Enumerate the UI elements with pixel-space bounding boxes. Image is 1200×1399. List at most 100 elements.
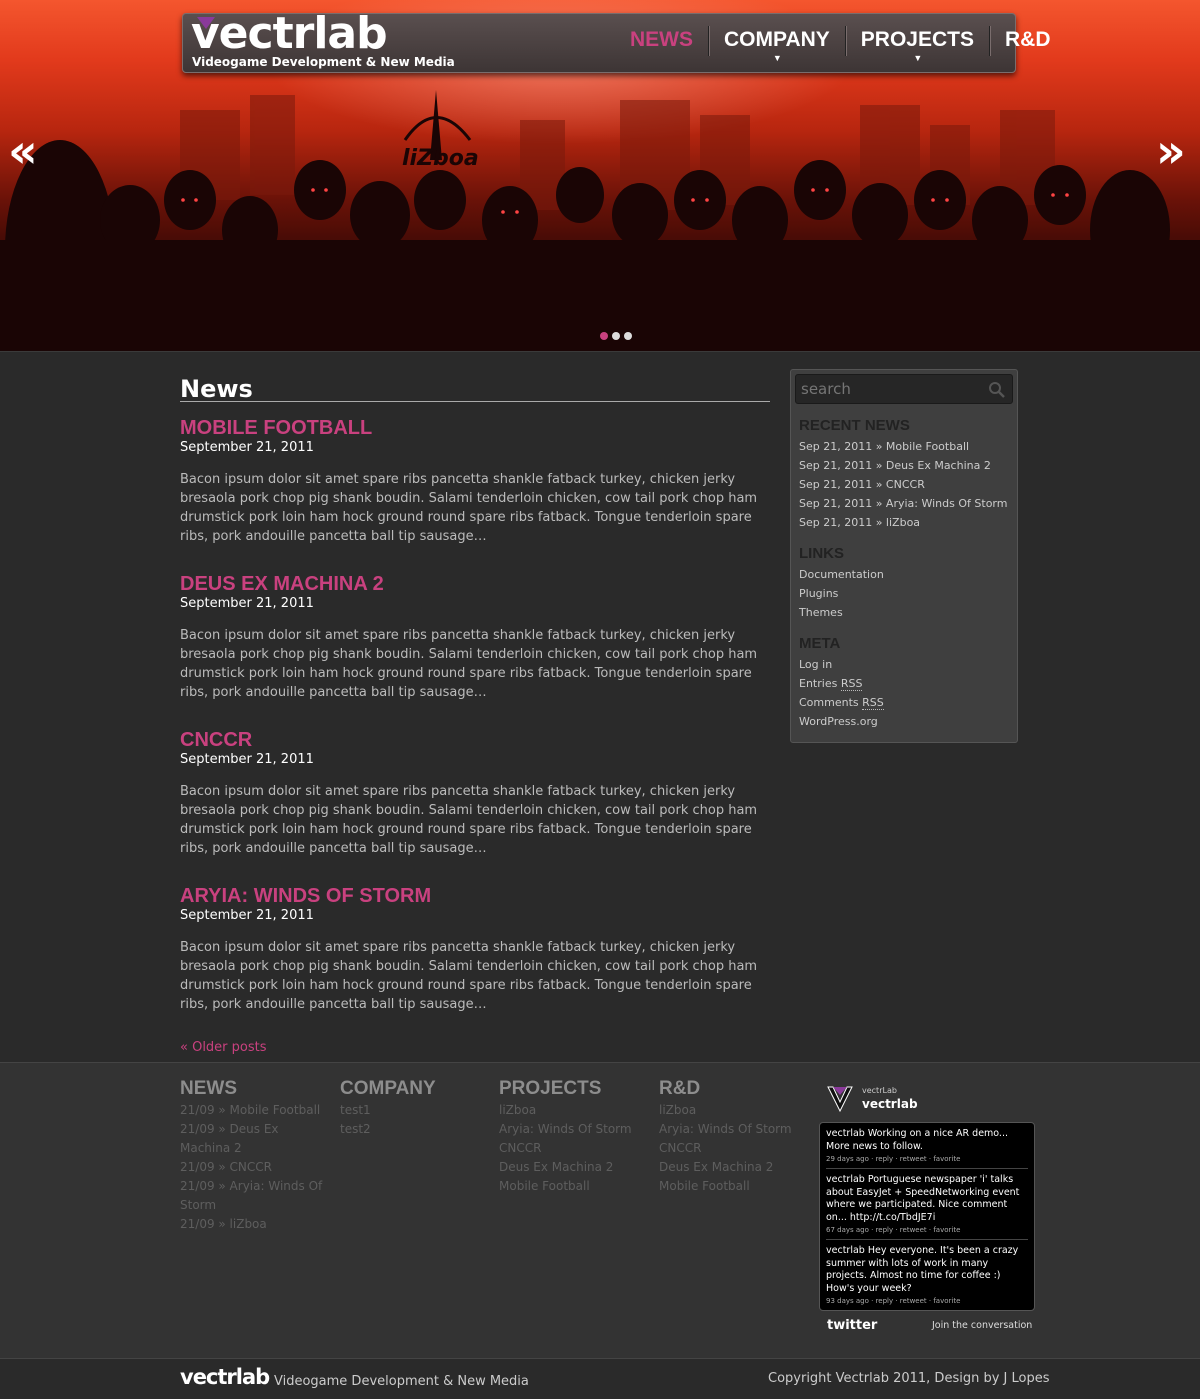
meta-entries-label: Entries [799,677,838,690]
rss-abbr: RSS [840,677,863,691]
page-title: News [180,376,770,402]
footer-link[interactable]: 21/09 » liZboa [180,1215,330,1234]
site-header: vectrlab Videogame Development & New Med… [182,8,1050,73]
post-excerpt: Bacon ipsum dolor sit amet spare ribs pa… [180,940,758,1012]
links-list: Documentation Plugins Themes [795,565,1013,622]
tweet-text: vectrlab Portuguese newspaper 'i' talks … [826,1174,1020,1223]
twitter-widget: vectrLab vectrlab vectrlab Working on a … [819,1083,1035,1342]
footer-link[interactable]: Deus Ex Machina 2 [659,1158,809,1177]
slider-dot-2[interactable] [612,332,620,340]
footer-col-heading: R&D [659,1078,701,1099]
join-conversation-link[interactable]: Join the conversation [932,1320,1032,1331]
footer-col-heading: NEWS [180,1078,237,1099]
main-area: News MOBILE FOOTBALL September 21, 2011 … [0,352,1200,1062]
search-icon[interactable] [988,381,1006,399]
tweet-list: vectrlab Working on a nice AR demo... Mo… [819,1122,1035,1311]
recent-news-item[interactable]: Sep 21, 2011 » CNCCR [799,475,1013,494]
vectrlab-v-logo-icon[interactable] [827,1085,853,1113]
meta-wordpress-link[interactable]: WordPress.org [799,712,1013,731]
nav-item-news[interactable]: NEWS [615,26,709,56]
footer-link[interactable]: liZboa [499,1101,649,1120]
footer-link[interactable]: Aryia: Winds Of Storm [499,1120,649,1139]
links-heading: LINKS [799,545,844,562]
twitter-footer: twitter Join the conversation [819,1318,1035,1342]
footer-link[interactable]: test2 [340,1120,490,1139]
post-date: September 21, 2011 [180,752,314,767]
tweet-text: vectrlab Hey everyone. It's been a crazy… [826,1245,1019,1294]
search-input[interactable] [796,375,1012,403]
post-excerpt: Bacon ipsum dolor sit amet spare ribs pa… [180,784,758,856]
news-content: News MOBILE FOOTBALL September 21, 2011 … [180,376,770,1055]
slider-pagination [600,332,632,340]
nav-item-company[interactable]: COMPANY ▼ [709,26,846,63]
footer-link[interactable]: Machina 2 [180,1139,330,1158]
tweet-meta[interactable]: 93 days ago · reply · retweet · favorite [826,1295,1028,1307]
footer-link[interactable]: Mobile Football [659,1177,809,1196]
link-plugins[interactable]: Plugins [799,584,1013,603]
link-documentation[interactable]: Documentation [799,565,1013,584]
footer-link[interactable]: Mobile Football [499,1177,649,1196]
meta-heading: META [799,635,841,652]
footer-link[interactable]: Storm [180,1196,330,1215]
slider-dot-1[interactable] [600,332,608,340]
news-post: MOBILE FOOTBALL September 21, 2011 Bacon… [180,416,770,546]
post-date: September 21, 2011 [180,596,314,611]
rss-abbr: RSS [862,696,884,710]
slider-dot-3[interactable] [624,332,632,340]
post-title-link[interactable]: CNCCR [180,728,770,752]
link-themes[interactable]: Themes [799,603,1013,622]
footer-link[interactable]: 21/09 » Deus Ex [180,1120,330,1139]
meta-login-link[interactable]: Log in [799,655,1013,674]
nav-item-rnd[interactable]: R&D [990,26,1066,56]
tweet: vectrlab Portuguese newspaper 'i' talks … [826,1169,1028,1240]
tweet-meta[interactable]: 29 days ago · reply · retweet · favorite [826,1153,1028,1165]
bottom-bar: vectrlab Videogame Development & New Med… [0,1358,1200,1399]
slider-prev-button[interactable]: « [8,126,38,176]
meta-comments-label: Comments [799,696,859,709]
lizboa-sign: liZboa [402,90,479,171]
meta-comments-rss-link[interactable]: Comments RSS [799,693,1013,712]
older-posts-link[interactable]: « Older posts [180,1040,770,1055]
twitter-username[interactable]: vectrlab [862,1097,918,1111]
footer-link[interactable]: test1 [340,1101,490,1120]
tweet-text: vectrlab Working on a nice AR demo... Mo… [826,1128,1008,1152]
post-date: September 21, 2011 [180,440,314,455]
footer-col-company: COMPANY test1 test2 [340,1077,490,1139]
recent-news-item[interactable]: Sep 21, 2011 » Deus Ex Machina 2 [799,456,1013,475]
footer-link[interactable]: 21/09 » Aryia: Winds Of [180,1177,330,1196]
post-title-link[interactable]: MOBILE FOOTBALL [180,416,770,440]
twitter-header: vectrLab vectrlab [819,1083,1035,1117]
post-excerpt: Bacon ipsum dolor sit amet spare ribs pa… [180,628,758,700]
site-logo[interactable]: vectrlab [191,8,388,59]
nav-label: R&D [1004,28,1051,51]
news-post: ARYIA: WINDS OF STORM September 21, 2011… [180,884,770,1014]
footer-col-heading: PROJECTS [499,1078,602,1099]
footer-link[interactable]: CNCCR [659,1139,809,1158]
nav-label: COMPANY [724,28,830,51]
tweet-meta[interactable]: 67 days ago · reply · retweet · favorite [826,1224,1028,1236]
post-title-link[interactable]: DEUS EX MACHINA 2 [180,572,770,596]
recent-news-item[interactable]: Sep 21, 2011 » liZboa [799,513,1013,532]
tweet: vectrlab Working on a nice AR demo... Mo… [826,1123,1028,1169]
news-post: DEUS EX MACHINA 2 September 21, 2011 Bac… [180,572,770,702]
search-box [795,374,1013,404]
meta-list: Log in Entries RSS Comments RSS WordPres… [795,655,1013,731]
footer-link[interactable]: 21/09 » CNCCR [180,1158,330,1177]
slider-next-button[interactable]: » [1156,126,1186,176]
footer-tagline: Videogame Development & New Media [274,1374,529,1389]
footer-link[interactable]: Deus Ex Machina 2 [499,1158,649,1177]
recent-news-heading: RECENT NEWS [799,417,910,434]
post-title-link[interactable]: ARYIA: WINDS OF STORM [180,884,770,908]
footer-link[interactable]: Aryia: Winds Of Storm [659,1120,809,1139]
twitter-user-small: vectrLab [862,1086,897,1095]
footer-link[interactable]: liZboa [659,1101,809,1120]
twitter-brand-logo[interactable]: twitter [827,1318,877,1333]
nav-label: NEWS [630,28,693,51]
footer-link[interactable]: 21/09 » Mobile Football [180,1101,330,1120]
footer-link[interactable]: CNCCR [499,1139,649,1158]
meta-entries-rss-link[interactable]: Entries RSS [799,674,1013,693]
recent-news-item[interactable]: Sep 21, 2011 » Aryia: Winds Of Storm [799,494,1013,513]
footer-logo[interactable]: vectrlab [180,1365,270,1389]
recent-news-item[interactable]: Sep 21, 2011 » Mobile Football [799,437,1013,456]
nav-item-projects[interactable]: PROJECTS ▼ [846,26,990,63]
